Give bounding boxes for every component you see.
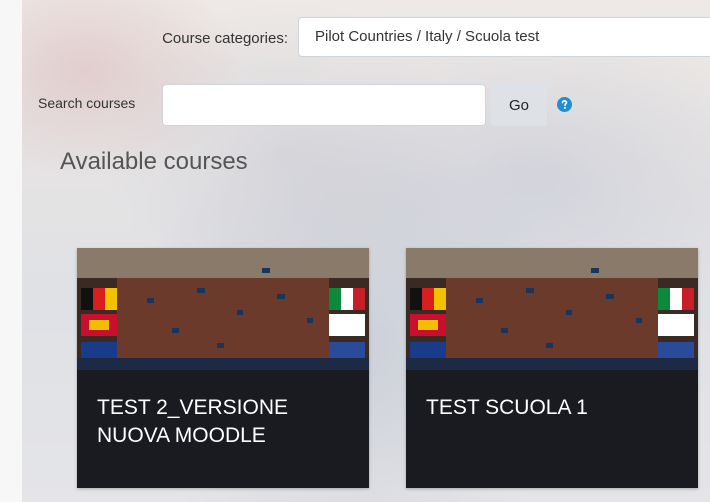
question-circle-icon[interactable] xyxy=(557,97,572,112)
search-courses-input[interactable] xyxy=(162,84,486,126)
course-card[interactable]: TEST SCUOLA 1 xyxy=(406,248,698,488)
course-card[interactable]: TEST 2_VERSIONE NUOVA MOODLE xyxy=(77,248,369,488)
left-strip xyxy=(0,0,22,502)
go-button[interactable]: Go xyxy=(491,84,547,126)
categories-select[interactable]: Pilot Countries / Italy / Scuola test xyxy=(298,17,710,57)
course-search-page: Course categories: Pilot Countries / Ita… xyxy=(0,0,710,502)
available-courses-heading: Available courses xyxy=(60,148,248,175)
search-courses-label: Search courses xyxy=(38,95,136,111)
course-title-overlay xyxy=(406,370,698,488)
course-title[interactable]: TEST 2_VERSIONE NUOVA MOODLE xyxy=(97,394,353,450)
course-title[interactable]: TEST SCUOLA 1 xyxy=(426,394,682,422)
categories-label: Course categories: xyxy=(162,30,288,47)
